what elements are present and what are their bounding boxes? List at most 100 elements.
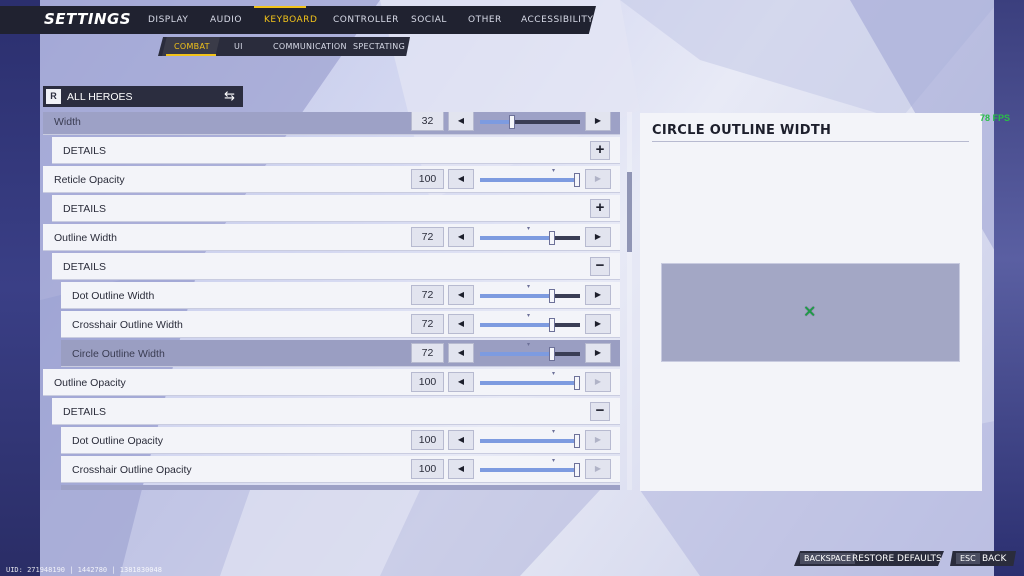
increase-arrow-icon[interactable]: ▶: [585, 372, 611, 392]
value-box[interactable]: 100: [411, 459, 444, 479]
slider-thumb[interactable]: [549, 289, 555, 303]
decrease-arrow-icon[interactable]: ◀: [448, 112, 474, 131]
details-row[interactable]: DETAILS +: [52, 195, 620, 222]
tab-accessibility[interactable]: ACCESSIBILITY: [521, 15, 593, 25]
slider-thumb[interactable]: [574, 173, 580, 187]
setting-label: Dot Outline Opacity: [72, 435, 164, 447]
scrollbar-track[interactable]: [627, 112, 632, 490]
slider-fill: [480, 178, 580, 182]
setting-row[interactable]: Crosshair Outline Width 72 ◀ ▾ ▶: [61, 311, 620, 338]
slider-track[interactable]: ▾: [480, 284, 580, 303]
setting-row[interactable]: Crosshair Outline Opacity 100 ◀ ▾ ▶: [61, 456, 620, 483]
value-box[interactable]: 100: [411, 169, 444, 189]
active-tab-indicator: [254, 6, 306, 8]
slider-thumb[interactable]: [574, 463, 580, 477]
decrease-arrow-icon[interactable]: ◀: [448, 459, 474, 479]
slider-fill: [480, 352, 552, 356]
value-box[interactable]: 32: [411, 112, 444, 131]
increase-arrow-icon[interactable]: ▶: [585, 285, 611, 305]
slider-track[interactable]: ▾: [480, 458, 580, 477]
increase-arrow-icon[interactable]: ▶: [585, 169, 611, 189]
collapse-icon[interactable]: −: [590, 257, 610, 276]
decrease-arrow-icon[interactable]: ◀: [448, 314, 474, 334]
decrease-arrow-icon[interactable]: ◀: [448, 372, 474, 392]
swap-icon[interactable]: ⇆: [224, 88, 235, 104]
tab-audio[interactable]: AUDIO: [210, 15, 242, 25]
slider-track[interactable]: ▾: [480, 313, 580, 332]
back-button[interactable]: ESC BACK: [950, 551, 1016, 566]
slider-thumb[interactable]: [549, 231, 555, 245]
subtab-combat[interactable]: COMBAT: [174, 42, 210, 51]
setting-row[interactable]: Circle Outline Width 72 ◀ ▾ ▶: [61, 340, 620, 367]
slider-track[interactable]: ▾: [480, 168, 580, 187]
collapse-icon[interactable]: −: [590, 402, 610, 421]
expand-icon[interactable]: +: [590, 141, 610, 160]
slider-track[interactable]: ▾: [480, 429, 580, 448]
slider-track[interactable]: [480, 115, 580, 129]
increase-arrow-icon[interactable]: ▶: [585, 227, 611, 247]
increase-arrow-icon[interactable]: ▶: [585, 314, 611, 334]
details-label: DETAILS: [63, 406, 106, 418]
setting-row[interactable]: [61, 485, 620, 490]
value-box[interactable]: 72: [411, 227, 444, 247]
game-logo-icon: R: [46, 89, 61, 104]
slider-thumb[interactable]: [549, 347, 555, 361]
restore-defaults-button[interactable]: BACKSPACE RESTORE DEFAULTS: [794, 551, 944, 566]
subtab-spectating[interactable]: SPECTATING: [353, 42, 405, 51]
setting-row[interactable]: Dot Outline Width 72 ◀ ▾ ▶: [61, 282, 620, 309]
tab-keyboard[interactable]: KEYBOARD: [264, 15, 317, 25]
slider-track[interactable]: ▾: [480, 342, 580, 361]
decrease-arrow-icon[interactable]: ◀: [448, 285, 474, 305]
slider-thumb[interactable]: [509, 115, 515, 129]
increase-arrow-icon[interactable]: ▶: [585, 459, 611, 479]
slider-fill: [480, 236, 552, 240]
tab-controller[interactable]: CONTROLLER: [333, 15, 399, 25]
tab-display[interactable]: DISPLAY: [148, 15, 188, 25]
default-marker-icon: ▾: [527, 342, 531, 348]
tab-social[interactable]: SOCIAL: [411, 15, 447, 25]
decrease-arrow-icon[interactable]: ◀: [448, 343, 474, 363]
details-row[interactable]: DETAILS +: [52, 137, 620, 164]
slider-thumb[interactable]: [549, 318, 555, 332]
slider-track[interactable]: ▾: [480, 226, 580, 245]
crosshair-preview-box: ✕: [661, 263, 960, 362]
default-marker-icon: ▾: [552, 458, 556, 464]
details-row[interactable]: DETAILS −: [52, 253, 620, 280]
details-label: DETAILS: [63, 261, 106, 273]
slider-thumb[interactable]: [574, 376, 580, 390]
setting-row[interactable]: Width 32 ◀ ▶: [43, 112, 620, 135]
value-box[interactable]: 100: [411, 430, 444, 450]
increase-arrow-icon[interactable]: ▶: [585, 112, 611, 131]
tab-other[interactable]: OTHER: [468, 15, 502, 25]
setting-label: Crosshair Outline Width: [72, 319, 183, 331]
setting-row[interactable]: Outline Opacity 100 ◀ ▾ ▶: [43, 369, 620, 396]
setting-row[interactable]: Reticle Opacity 100 ◀ ▾ ▶: [43, 166, 620, 193]
value-box[interactable]: 100: [411, 372, 444, 392]
value-box[interactable]: 72: [411, 314, 444, 334]
decrease-arrow-icon[interactable]: ◀: [448, 227, 474, 247]
setting-row[interactable]: Outline Width 72 ◀ ▾ ▶: [43, 224, 620, 251]
slider-thumb[interactable]: [574, 434, 580, 448]
preview-divider: [652, 141, 969, 142]
default-marker-icon: ▾: [527, 226, 531, 232]
expand-icon[interactable]: +: [590, 199, 610, 218]
setting-row[interactable]: Dot Outline Opacity 100 ◀ ▾ ▶: [61, 427, 620, 454]
increase-arrow-icon[interactable]: ▶: [585, 343, 611, 363]
value-box[interactable]: 72: [411, 285, 444, 305]
decrease-arrow-icon[interactable]: ◀: [448, 169, 474, 189]
slider-track[interactable]: ▾: [480, 371, 580, 390]
setting-label: Width: [54, 116, 81, 128]
page-title: SETTINGS: [44, 10, 132, 28]
setting-label: Reticle Opacity: [54, 174, 125, 186]
value-box[interactable]: 72: [411, 343, 444, 363]
crosshair-icon: ✕: [803, 304, 817, 321]
details-row[interactable]: DETAILS −: [52, 398, 620, 425]
subtab-communication[interactable]: COMMUNICATION: [273, 42, 347, 51]
increase-arrow-icon[interactable]: ▶: [585, 430, 611, 450]
hero-selector[interactable]: R ALL HEROES ⇆: [43, 86, 243, 107]
uid-text: UID: 271948190 | 1442780 | 1381830048: [6, 566, 162, 574]
scrollbar-thumb[interactable]: [627, 172, 632, 252]
decrease-arrow-icon[interactable]: ◀: [448, 430, 474, 450]
restore-defaults-label: RESTORE DEFAULTS: [852, 554, 942, 564]
subtab-ui[interactable]: UI: [234, 42, 243, 51]
